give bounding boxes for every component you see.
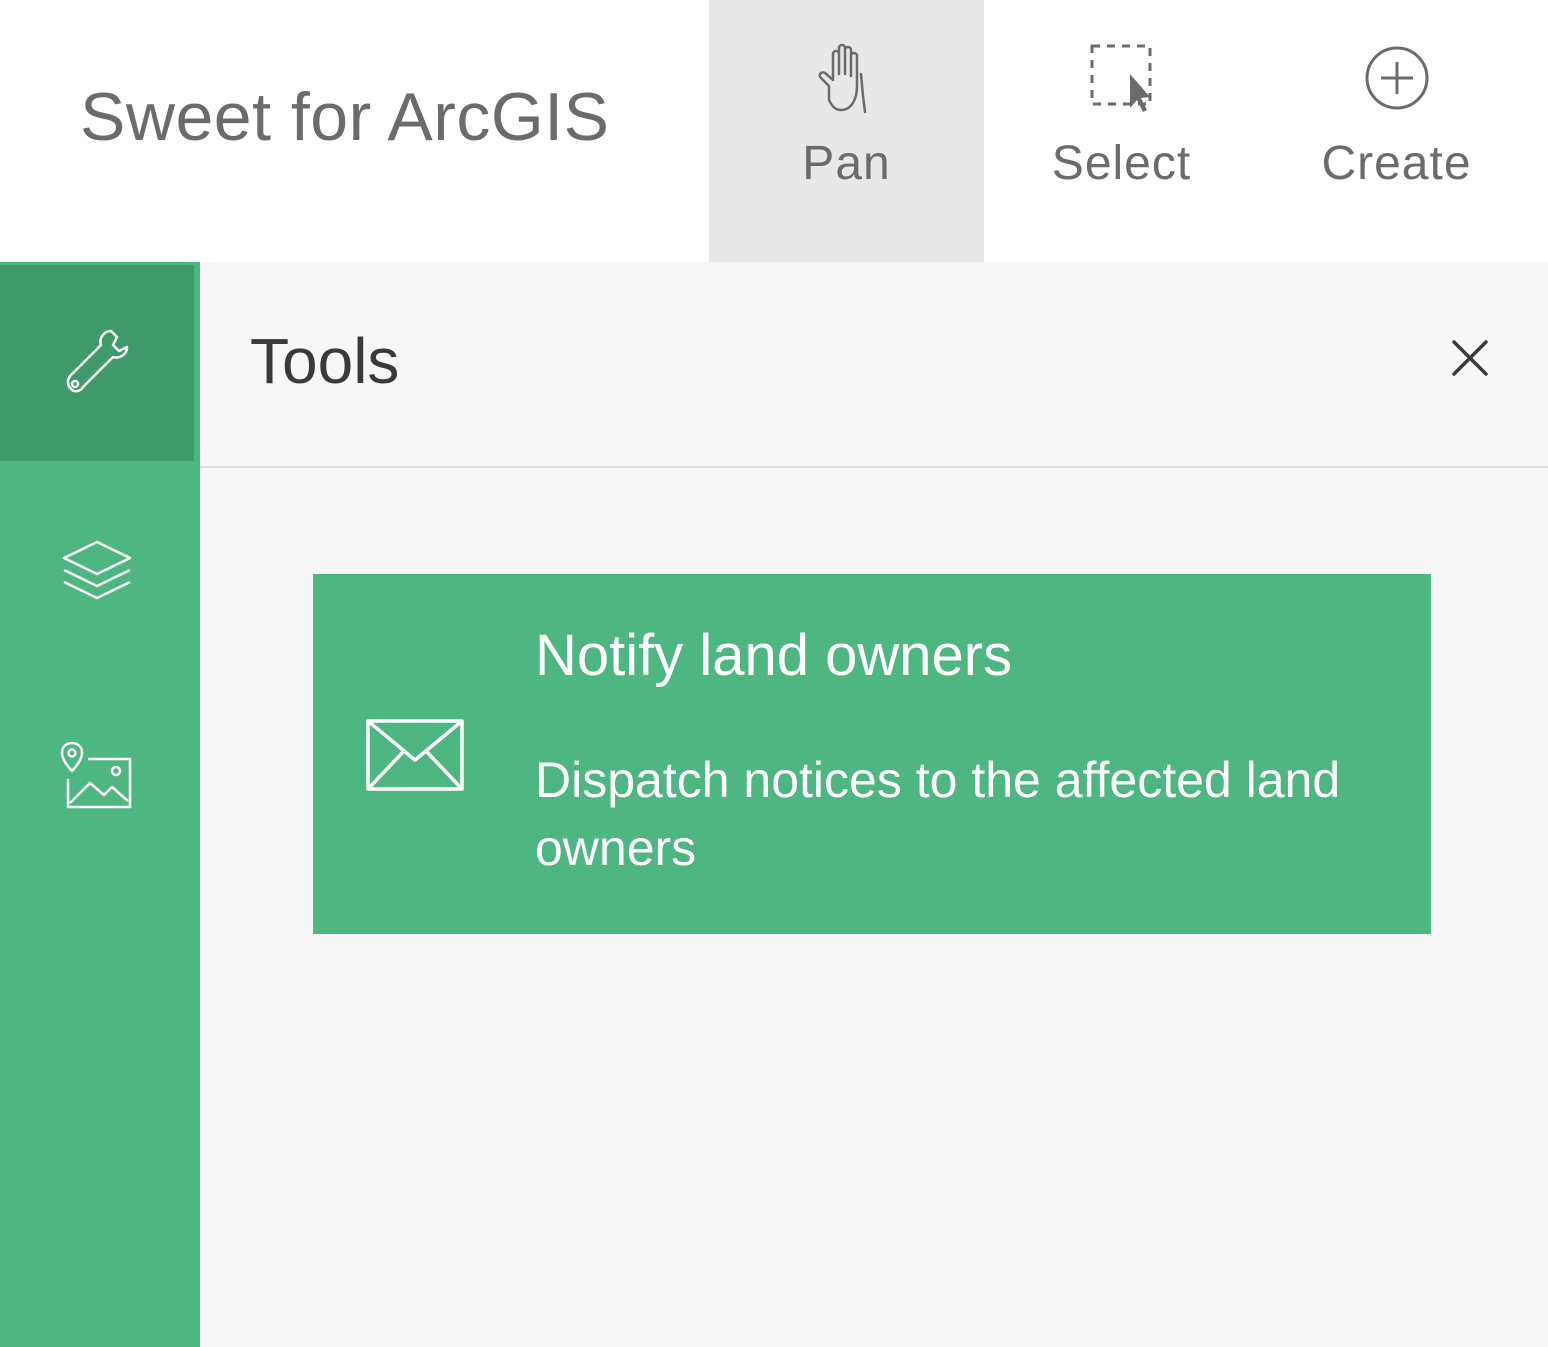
panel-header: Tools bbox=[200, 262, 1548, 468]
sidebar-item-layers[interactable] bbox=[0, 474, 194, 670]
map-image-icon bbox=[60, 741, 134, 816]
hand-icon bbox=[807, 40, 887, 120]
select-button[interactable]: Select bbox=[984, 0, 1259, 262]
wrench-icon bbox=[61, 325, 133, 402]
top-toolbar: Sweet for ArcGIS Pan Select Create bbox=[0, 0, 1548, 262]
tools-panel: Tools Notify land owners Dispatch notice… bbox=[200, 262, 1548, 1347]
sidebar-item-tools[interactable] bbox=[0, 265, 194, 461]
close-button[interactable] bbox=[1444, 334, 1496, 386]
notify-land-owners-card[interactable]: Notify land owners Dispatch notices to t… bbox=[313, 574, 1431, 934]
envelope-icon bbox=[365, 718, 465, 792]
layers-icon bbox=[60, 534, 134, 611]
card-title: Notify land owners bbox=[535, 623, 1013, 688]
select-label: Select bbox=[1051, 137, 1192, 190]
select-cursor-icon bbox=[1082, 40, 1162, 120]
create-label: Create bbox=[1321, 137, 1472, 190]
pan-button[interactable]: Pan bbox=[709, 0, 984, 262]
pan-label: Pan bbox=[802, 137, 891, 190]
sidebar bbox=[0, 262, 200, 1347]
create-button[interactable]: Create bbox=[1259, 0, 1534, 262]
card-description: Dispatch notices to the affected land ow… bbox=[535, 752, 1341, 876]
app-title: Sweet for ArcGIS bbox=[80, 79, 610, 155]
sidebar-item-basemap[interactable] bbox=[0, 680, 194, 876]
close-icon bbox=[1450, 338, 1490, 383]
panel-title: Tools bbox=[250, 325, 400, 397]
plus-circle-icon bbox=[1357, 40, 1437, 120]
